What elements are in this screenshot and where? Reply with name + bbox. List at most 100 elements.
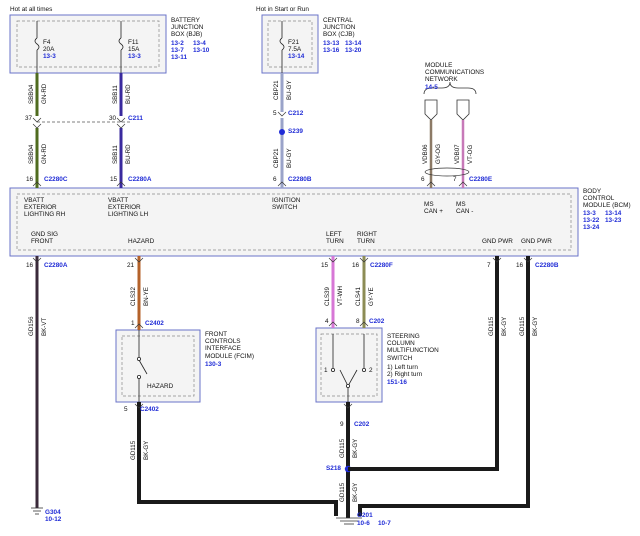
c212-pin: 5 <box>273 110 277 117</box>
gd115-scm-circuit-upper: GD115 <box>339 438 346 458</box>
gd115-fcim-color: BK-GY <box>143 441 150 460</box>
bjb-name: BATTERY JUNCTION BOX (BJB) <box>171 17 204 39</box>
gd115-scm-circuit-lower: GD115 <box>339 482 346 502</box>
cbp21-color-lower: BU-GY <box>286 148 293 168</box>
hot-at-all-times-label: Hot at all times <box>10 6 53 13</box>
fcim-out-connector[interactable]: C2402 <box>140 406 159 413</box>
sbb04-circuit-upper: SBB04 <box>28 84 35 104</box>
cbp21-circuit-upper: CBP21 <box>273 80 280 100</box>
bcm-pin-vbatt-rh-connector[interactable]: C2280C <box>44 176 67 183</box>
fcim-ref[interactable]: 130-3 <box>205 361 221 368</box>
bcm-ref-4[interactable]: 13-23 <box>605 217 621 224</box>
g201-ref-2[interactable]: 10-7 <box>378 520 391 527</box>
fcim-out-pin: 5 <box>124 406 128 413</box>
scm-box <box>315 327 383 403</box>
cjb-ref-3[interactable]: 13-16 <box>323 47 339 54</box>
bcm-label-gnd-sig-front: GND SIG FRONT <box>31 231 58 246</box>
bjb-ref-5[interactable]: 13-11 <box>171 54 187 61</box>
bcm-label-gnd-pwr-7: GND PWR <box>482 238 513 245</box>
c211-pin-a: 37 <box>25 115 33 122</box>
bcm-label-mscan-minus: MS CAN - <box>456 201 474 216</box>
cls39-color: VT-WH <box>337 286 344 306</box>
bcm-pin-vbatt-lh-number: 15 <box>110 176 118 183</box>
scm-notes: 1) Left turn 2) Right turn <box>387 364 423 379</box>
s239-splice <box>279 129 285 135</box>
bcm-name: BODY CONTROL MODULE (BCM) <box>583 188 631 210</box>
fcim-name: FRONT CONTROLS INTERFACE MODULE (FCIM) <box>205 331 254 360</box>
fuse-f21-ref[interactable]: 13-14 <box>288 53 304 60</box>
g304-ref[interactable]: 10-12 <box>45 516 61 523</box>
gd115-fcim-circuit: GD115 <box>130 440 137 460</box>
bcm-ref-5[interactable]: 13-24 <box>583 224 599 231</box>
gd156-circuit: GD156 <box>28 316 35 336</box>
gd115-pwr16-color: BK-GY <box>532 317 539 336</box>
bcm-pin-gnd-pwr-16-connector[interactable]: C2280B <box>535 262 558 269</box>
cbp21-circuit-lower: CBP21 <box>273 148 280 168</box>
bcm-label-mscan-plus: MS CAN + <box>424 201 444 216</box>
s239-name[interactable]: S239 <box>288 128 303 135</box>
bjb-ref-4[interactable]: 13-10 <box>193 47 209 54</box>
bcm-pin-gnd-sig-number: 16 <box>26 262 34 269</box>
gd115-pwr16-circuit: GD115 <box>519 316 526 336</box>
bcm-label-left-turn: LEFT TURN <box>326 231 344 246</box>
scm-ref[interactable]: 151-16 <box>387 379 407 386</box>
bcm-pin-ignition-number: 6 <box>273 176 277 183</box>
s218-name[interactable]: S218 <box>326 465 341 472</box>
scm-pos-1: 1 <box>324 367 328 374</box>
c211-pin-b: 30 <box>109 115 117 122</box>
bcm-pin-mscan-minus-connector[interactable]: C2280E <box>469 176 492 183</box>
scm-name: STEERING COLUMN MULTIFUNCTION SWITCH <box>387 333 439 362</box>
cjb-name: CENTRAL JUNCTION BOX (CJB) <box>323 17 356 39</box>
network-ref[interactable]: 14-5 <box>425 84 438 91</box>
network-name: MODULE COMMUNICATIONS NETWORK <box>425 62 485 84</box>
bcm-label-ignition: IGNITION SWITCH <box>272 197 301 212</box>
sbb11-circuit-lower: SBB11 <box>112 145 119 164</box>
bcm-pin-gnd-pwr-16-number: 16 <box>516 262 524 269</box>
fcim-switch-label: HAZARD <box>147 383 174 390</box>
fcim-box <box>115 329 201 403</box>
network-connector-left <box>424 99 438 121</box>
bjb-box <box>9 14 167 74</box>
c212-name[interactable]: C212 <box>288 110 303 117</box>
gd156-color: BK-VT <box>41 318 48 336</box>
cls32-circuit: CLS32 <box>130 287 137 306</box>
c211-name[interactable]: C211 <box>128 115 143 122</box>
g304-ground-symbol <box>31 507 43 515</box>
bcm-label-right-turn: RIGHT TURN <box>357 231 377 246</box>
bcm-pin-mscan-plus-number: 6 <box>421 176 425 183</box>
g201-ref-1[interactable]: 10-6 <box>357 520 370 527</box>
g201-name[interactable]: G201 <box>357 512 373 519</box>
fuse-f11-ref[interactable]: 13-3 <box>128 53 141 60</box>
cls41-color: GY-YE <box>368 287 375 306</box>
gd115-scm-color-upper: BK-GY <box>352 439 359 458</box>
bcm-label-hazard: HAZARD <box>128 238 155 245</box>
cls41-circuit: CLS41 <box>355 287 362 306</box>
bcm-pin-hazard-number: 21 <box>127 262 135 269</box>
bcm-pin-left-turn-number: 15 <box>321 262 329 269</box>
bcm-pin-vbatt-rh-number: 16 <box>26 176 34 183</box>
fcim-in-pin: 1 <box>131 320 135 327</box>
scm-in-connector[interactable]: C202 <box>369 318 384 325</box>
fcim-in-connector[interactable]: C2402 <box>145 320 164 327</box>
fuse-f4-ref[interactable]: 13-3 <box>43 53 56 60</box>
network-connector-right <box>456 99 470 121</box>
gd115-pwr7-color: BK-GY <box>501 317 508 336</box>
bcm-label-vbatt-rh: VBATT EXTERIOR LIGHTING RH <box>24 197 66 219</box>
bcm-pin-right-turn-connector[interactable]: C2280F <box>370 262 393 269</box>
bcm-label-gnd-pwr-16: GND PWR <box>521 238 552 245</box>
bcm-pin-ignition-connector[interactable]: C2280B <box>288 176 311 183</box>
bcm-label-vbatt-lh: VBATT EXTERIOR LIGHTING LH <box>108 197 149 219</box>
sbb04-color-lower: GN-RD <box>41 143 48 164</box>
gd115-pwr7-circuit: GD115 <box>488 316 495 336</box>
sbb04-color-upper: GN-RD <box>41 83 48 104</box>
cjb-ref-4[interactable]: 13-20 <box>345 47 361 54</box>
scm-pin-left: 4 <box>325 318 329 325</box>
vdb07-circuit: VDB07 <box>454 144 461 164</box>
bcm-pin-vbatt-lh-connector[interactable]: C2280A <box>128 176 151 183</box>
scm-out-connector[interactable]: C202 <box>354 421 369 428</box>
sbb11-color-upper: BU-RD <box>125 84 132 104</box>
vdb06-color: GY-OG <box>435 144 442 164</box>
bcm-pin-gnd-pwr-7-number: 7 <box>487 262 491 269</box>
scm-pos-2: 2 <box>369 367 373 374</box>
bcm-pin-gnd-sig-connector[interactable]: C2280A <box>44 262 67 269</box>
